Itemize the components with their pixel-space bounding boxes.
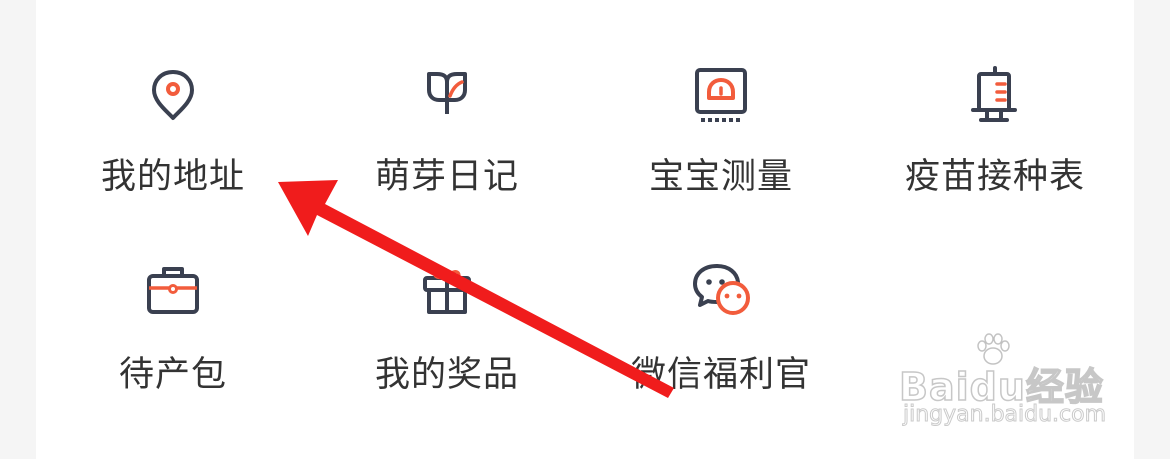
- gift-box-icon: [415, 258, 479, 322]
- menu-item-label: 微信福利官: [630, 355, 811, 395]
- menu-item-my-prizes[interactable]: 我的奖品: [310, 200, 584, 395]
- baby-scale-icon: [689, 62, 753, 126]
- delivery-bag-icon: [141, 258, 205, 322]
- menu-item-label: 宝宝测量: [648, 157, 793, 197]
- wechat-icon: [689, 258, 753, 322]
- menu-item-label: 我的奖品: [374, 355, 519, 395]
- sprout-diary-icon: [415, 62, 479, 126]
- menu-item-label: 疫苗接种表: [904, 157, 1085, 197]
- location-pin-icon: [141, 62, 205, 126]
- menu-item-label: 萌芽日记: [374, 157, 519, 197]
- menu-item-delivery-bag[interactable]: 待产包: [36, 200, 310, 395]
- menu-item-baby-measure[interactable]: 宝宝测量: [584, 0, 858, 197]
- vaccine-schedule-icon: [963, 62, 1027, 126]
- menu-item-label: 待产包: [118, 355, 227, 395]
- menu-item-wechat-benefits[interactable]: 微信福利官: [584, 200, 858, 395]
- menu-item-label: 我的地址: [100, 157, 245, 197]
- menu-panel: 我的地址 萌芽日记 宝宝测量 疫苗接种表 待产包 我的奖品 微信福利官: [36, 0, 1134, 459]
- menu-item-my-address[interactable]: 我的地址: [36, 0, 310, 197]
- menu-item-vaccine-schedule[interactable]: 疫苗接种表: [858, 0, 1132, 197]
- menu-item-sprout-diary[interactable]: 萌芽日记: [310, 0, 584, 197]
